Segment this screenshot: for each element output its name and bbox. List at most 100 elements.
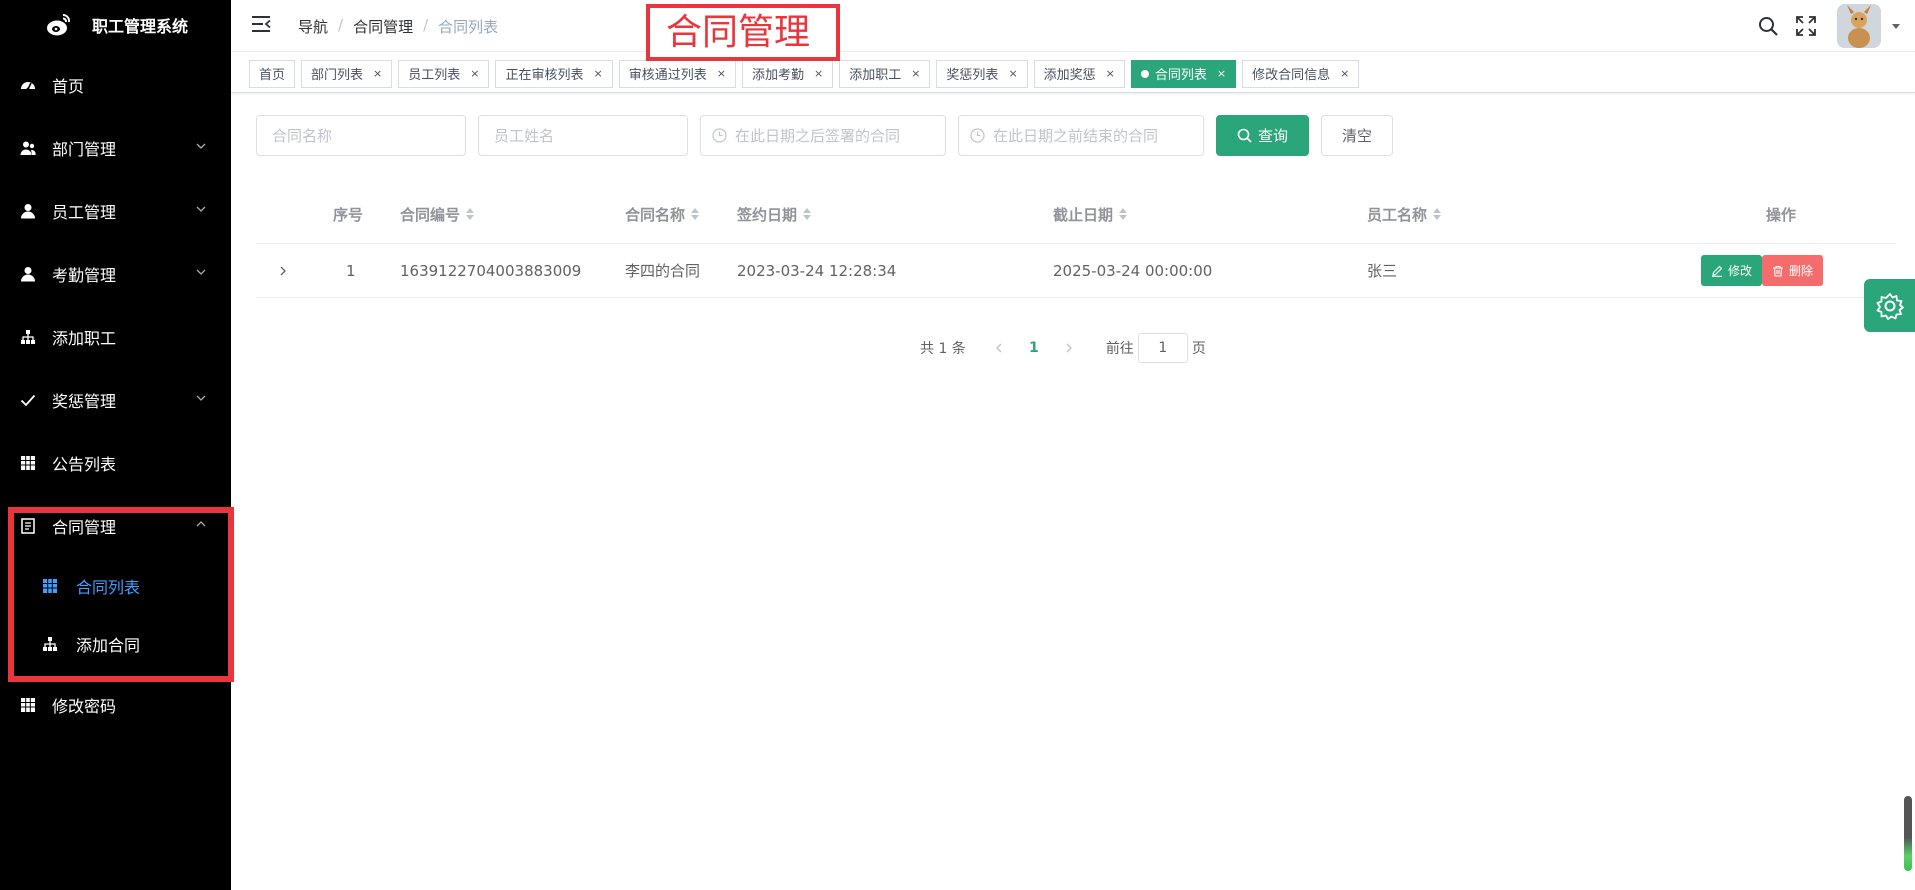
sidebar-subitem-contract-list[interactable]: 合同列表: [0, 557, 231, 615]
menu-fold-icon[interactable]: [251, 15, 271, 33]
close-icon[interactable]: ×: [470, 67, 479, 80]
contract-name-input[interactable]: [256, 115, 466, 156]
sidebar-subitem-add-contract[interactable]: 添加合同: [0, 615, 231, 673]
search-icon[interactable]: [1757, 15, 1779, 37]
sidebar-item-notices[interactable]: 公告列表: [0, 431, 231, 494]
close-icon[interactable]: ×: [717, 67, 726, 80]
sidebar-item-label: 添加职工: [52, 328, 117, 348]
breadcrumb-item[interactable]: 导航: [298, 16, 328, 37]
caret-down-icon[interactable]: [1891, 21, 1901, 31]
tab-label: 首页: [259, 68, 286, 83]
col-header-actions: 操作: [1766, 205, 1797, 224]
tab-10[interactable]: 修改合同信息 ×: [1242, 59, 1360, 88]
delete-button-label: 删除: [1789, 264, 1814, 278]
tab-3[interactable]: 正在审核列表 ×: [495, 59, 613, 88]
close-icon[interactable]: ×: [1340, 67, 1349, 80]
expand-row-icon[interactable]: [278, 244, 288, 297]
gear-icon: [1876, 292, 1904, 320]
dashboard-icon: [20, 77, 36, 93]
tab-2[interactable]: 员工列表 ×: [398, 59, 490, 88]
tab-0[interactable]: 首页: [249, 59, 296, 88]
close-icon[interactable]: ×: [373, 67, 382, 80]
date-before-wrapper: [958, 115, 1204, 156]
clear-button[interactable]: 清空: [1321, 115, 1394, 156]
page-number[interactable]: 1: [1014, 340, 1054, 356]
sidebar-item-rewards[interactable]: 奖惩管理: [0, 368, 231, 431]
tab-label: 合同列表: [1154, 68, 1207, 83]
pagination-total: 共 1 条: [920, 341, 966, 357]
close-icon[interactable]: ×: [1106, 67, 1115, 80]
user-icon: [20, 203, 36, 219]
sort-caret-icon[interactable]: [803, 208, 812, 220]
top-header: 导航 / 合同管理 / 合同列表 合同管理: [231, 0, 1915, 61]
tab-6[interactable]: 添加职工 ×: [839, 59, 931, 88]
edit-button-label: 修改: [1728, 264, 1753, 278]
goto-page-input[interactable]: [1137, 333, 1188, 363]
signed-after-date-input[interactable]: [700, 115, 946, 156]
prev-page-button[interactable]: [984, 333, 1014, 363]
tab-4[interactable]: 审核通过列表 ×: [618, 59, 736, 88]
user-group-icon: [20, 140, 36, 156]
sidebar-item-label: 公告列表: [52, 454, 117, 474]
sidebar-item-label: 部门管理: [52, 139, 117, 159]
close-icon[interactable]: ×: [814, 67, 823, 80]
settings-float-button[interactable]: [1864, 279, 1915, 332]
sidebar-item-attendance[interactable]: 考勤管理: [0, 242, 231, 305]
logo[interactable]: 职工管理系统: [0, 0, 231, 50]
sidebar-item-label: 添加合同: [76, 636, 141, 655]
user-icon: [20, 266, 36, 282]
tab-9[interactable]: 合同列表 ×: [1130, 59, 1237, 88]
ends-before-date-input[interactable]: [958, 115, 1204, 156]
tab-7[interactable]: 奖惩列表 ×: [936, 59, 1028, 88]
sidebar-item-employee[interactable]: 员工管理: [0, 179, 231, 242]
close-icon[interactable]: ×: [1008, 67, 1017, 80]
sidebar-item-label: 首页: [52, 76, 85, 96]
check-icon: [20, 392, 36, 408]
sidebar-item-change-password[interactable]: 修改密码: [0, 673, 231, 736]
tab-1[interactable]: 部门列表 ×: [301, 59, 393, 88]
sidebar-item-add-staff[interactable]: 添加职工: [0, 305, 231, 368]
next-page-button[interactable]: [1054, 333, 1084, 363]
col-header-index: 序号: [333, 205, 364, 224]
query-button[interactable]: 查询: [1216, 115, 1310, 156]
tab-8[interactable]: 添加奖惩 ×: [1033, 59, 1125, 88]
sort-caret-icon[interactable]: [1433, 208, 1442, 220]
sort-caret-icon[interactable]: [1119, 208, 1128, 220]
scrollbar[interactable]: [1904, 796, 1912, 871]
sidebar: 职工管理系统 首页 部门管理 员工管理 考勤管理 添加职工 奖惩管理 公告列表 …: [0, 0, 234, 890]
sidebar-item-contract[interactable]: 合同管理: [0, 494, 231, 557]
col-header-contract-name[interactable]: 合同名称: [625, 185, 700, 243]
delete-button[interactable]: 删除: [1762, 255, 1824, 286]
sidebar-item-department[interactable]: 部门管理: [0, 116, 231, 179]
close-icon[interactable]: ×: [594, 67, 603, 80]
cell-sign-date: 2023-03-24 12:28:34: [737, 261, 897, 280]
sidebar-item-home[interactable]: 首页: [0, 53, 231, 116]
breadcrumb-current: 合同列表: [438, 18, 499, 36]
table-icon: [42, 578, 58, 594]
tab-label: 正在审核列表: [505, 68, 584, 83]
breadcrumb-item[interactable]: 合同管理: [353, 16, 413, 37]
col-header-employee-name[interactable]: 员工名称: [1367, 185, 1442, 243]
avatar[interactable]: [1837, 4, 1881, 48]
pagination: 共 1 条 1 前往 页: [920, 332, 1206, 364]
edit-button[interactable]: 修改: [1701, 255, 1763, 286]
sidebar-item-label: 修改密码: [52, 696, 117, 716]
breadcrumb-separator: /: [338, 16, 344, 34]
sort-caret-icon[interactable]: [466, 208, 475, 220]
col-header-contract-no[interactable]: 合同编号: [400, 185, 475, 243]
annotation-label: 合同管理: [646, 4, 840, 61]
sort-caret-icon[interactable]: [691, 208, 700, 220]
close-icon[interactable]: ×: [1217, 67, 1226, 80]
tab-label: 添加职工: [849, 68, 902, 83]
edit-icon: [1712, 265, 1723, 277]
close-icon[interactable]: ×: [911, 67, 920, 80]
col-header-sign-date[interactable]: 签约日期: [737, 185, 812, 243]
tab-label: 奖惩列表: [946, 68, 999, 83]
clear-button-label: 清空: [1342, 127, 1373, 145]
col-header-end-date[interactable]: 截止日期: [1053, 185, 1128, 243]
chevron-up-icon: [196, 520, 206, 526]
sidebar-item-label: 奖惩管理: [52, 391, 117, 411]
fullscreen-icon[interactable]: [1795, 15, 1817, 37]
employee-name-input[interactable]: [478, 115, 688, 156]
tab-5[interactable]: 添加考勤 ×: [741, 59, 834, 88]
